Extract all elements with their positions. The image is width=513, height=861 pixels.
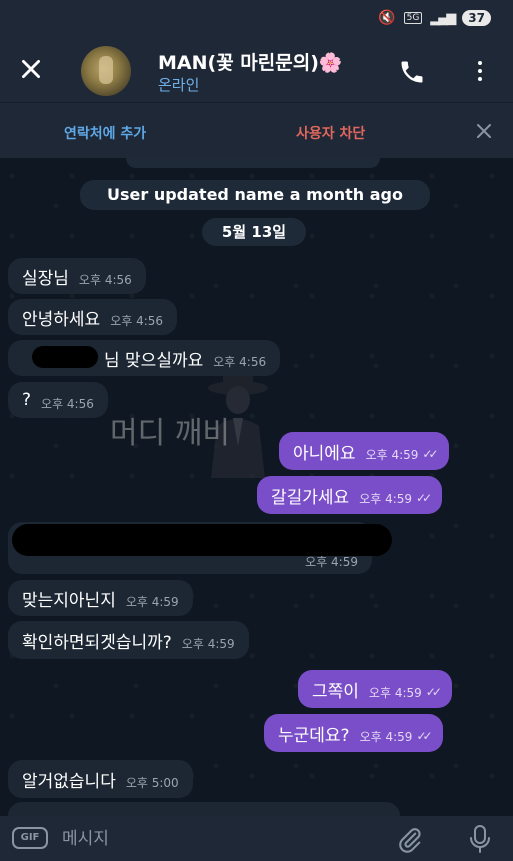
- cutoff-service-message: [126, 158, 380, 168]
- message-outgoing[interactable]: 아니에요 오후 4:59 ✓✓: [279, 432, 449, 470]
- add-contact-button[interactable]: 연락처에 추가: [64, 123, 146, 143]
- contact-name[interactable]: MAN(꽃 마린문의)🌸: [158, 48, 343, 75]
- message-incoming[interactable]: 확인하면되겟습니까? 오후 4:59: [8, 621, 249, 659]
- microphone-icon[interactable]: [468, 824, 492, 854]
- system-message: User updated name a month ago: [80, 180, 430, 210]
- message-incoming[interactable]: ? 오후 4:56: [8, 382, 108, 418]
- message-time: 오후 5:00: [125, 775, 179, 790]
- message-time: 오후 4:56: [213, 354, 267, 369]
- date-separator: 5월 13일: [202, 218, 306, 246]
- message-time: 오후 4:59: [368, 685, 422, 700]
- message-incoming[interactable]: 알거없습니다 오후 5:00: [8, 760, 193, 798]
- block-user-button[interactable]: 사용자 차단: [296, 123, 365, 143]
- chat-area[interactable]: User updated name a month ago 5월 13일 머디 …: [0, 158, 513, 816]
- message-text: 알거없습니다: [22, 771, 116, 792]
- message-incoming[interactable]: 실장님 오후 4:56: [8, 258, 146, 294]
- more-options-icon[interactable]: [470, 57, 490, 85]
- read-receipt-icon: ✓✓: [416, 729, 432, 743]
- message-outgoing[interactable]: 누군데요? 오후 4:59 ✓✓: [264, 714, 443, 752]
- message-outgoing[interactable]: 갈길가세요 오후 4:59 ✓✓: [257, 476, 443, 514]
- message-text: 확인하면되겟습니까?: [22, 632, 172, 653]
- message-incoming[interactable]: 안녕하세요 오후 4:56: [8, 299, 178, 335]
- message-text: ?: [22, 390, 32, 410]
- message-composer: GIF: [0, 816, 513, 861]
- redaction-mark: [12, 524, 392, 556]
- message-input[interactable]: [62, 826, 362, 852]
- message-time: 오후 4:59: [181, 636, 235, 651]
- message-text: 실장님: [22, 268, 69, 289]
- message-text: 아니에요: [293, 443, 356, 464]
- message-text: 누군데요?: [278, 725, 350, 746]
- read-receipt-icon: ✓✓: [422, 447, 438, 461]
- mute-icon: 🔇: [378, 10, 396, 26]
- message-text: 갈길가세요: [271, 487, 350, 508]
- watermark-text: 머디 깨비: [110, 416, 230, 451]
- message-text: 안녕하세요: [22, 309, 101, 330]
- message-time: 오후 4:59: [359, 491, 413, 506]
- signal-icon: ▂▄▆: [430, 10, 456, 26]
- phone-icon[interactable]: [398, 58, 426, 86]
- message-time: 오후 4:56: [110, 313, 164, 328]
- gif-button[interactable]: GIF: [12, 827, 48, 849]
- network-badge: 5G: [403, 12, 423, 24]
- dismiss-icon[interactable]: [474, 121, 494, 141]
- message-outgoing[interactable]: 그쪽이 오후 4:59 ✓✓: [298, 670, 452, 708]
- contact-action-bar: 연락처에 추가 사용자 차단: [0, 102, 513, 158]
- message-incoming-partial[interactable]: [8, 802, 400, 816]
- read-receipt-icon: ✓✓: [416, 491, 432, 505]
- message-time: 오후 4:59: [365, 447, 419, 462]
- chat-header: MAN(꽃 마린문의)🌸 온라인: [0, 38, 513, 102]
- paperclip-icon[interactable]: [396, 826, 424, 854]
- message-text: 맞는지아닌지: [22, 590, 116, 611]
- redaction-mark: [32, 346, 98, 368]
- battery-indicator: 37: [462, 10, 491, 26]
- close-icon[interactable]: [18, 56, 44, 82]
- message-time: 오후 4:59: [359, 729, 413, 744]
- message-incoming[interactable]: 맞는지아닌지 오후 4:59: [8, 580, 193, 616]
- message-time: 오후 4:56: [41, 396, 94, 411]
- message-text: 그쪽이: [312, 681, 359, 702]
- contact-status: 온라인: [158, 76, 200, 94]
- read-receipt-icon: ✓✓: [425, 685, 442, 699]
- status-bar: 🔇 5G ▂▄▆ 37: [0, 0, 513, 38]
- message-time: 오후 4:59: [125, 594, 179, 609]
- message-text: 님 맞으실까요: [104, 350, 204, 371]
- message-time: 오후 4:56: [78, 272, 132, 287]
- avatar[interactable]: [81, 46, 131, 96]
